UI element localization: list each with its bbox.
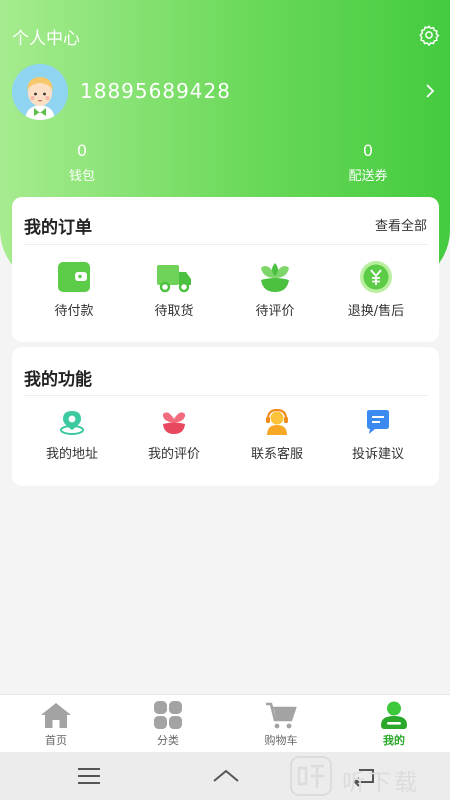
category-icon (154, 701, 182, 729)
order-item-label: 待付款 (54, 304, 94, 319)
bottom-tab-bar: 首页 分类 购物车 我的 (0, 694, 450, 752)
function-item-label: 投诉建议 (351, 447, 404, 462)
order-item-label: 退换/售后 (347, 304, 405, 319)
function-item-label: 联系客服 (250, 447, 303, 462)
order-pending-payment[interactable]: 待付款 (26, 260, 122, 319)
location-icon (60, 411, 84, 435)
tab-label: 首页 (45, 734, 67, 747)
orders-title: 我的订单 (24, 218, 92, 238)
phone-number[interactable]: 18895689428 (80, 79, 231, 103)
function-item-label: 我的评价 (147, 447, 200, 462)
tab-category[interactable]: 分类 (133, 701, 203, 748)
function-item-label: 我的地址 (45, 447, 98, 462)
message-icon (367, 410, 389, 434)
func-customer-service[interactable]: 联系客服 (229, 409, 325, 462)
watermark-text: 听下载 (342, 770, 420, 796)
divider (24, 244, 427, 245)
tab-label: 购物车 (264, 734, 298, 747)
tab-home[interactable]: 首页 (21, 701, 91, 748)
yen-icon (360, 261, 392, 293)
order-pending-review[interactable]: 待评价 (227, 260, 323, 319)
order-pending-pickup[interactable]: 待取货 (126, 260, 222, 319)
coupon-value: 0 (362, 141, 374, 160)
avatar-illustration (12, 64, 68, 120)
my-functions-card: 我的功能 我的地址 我的评价 联系客服 投诉建议 (12, 347, 439, 486)
customer-service-icon (266, 409, 288, 435)
divider (24, 395, 427, 396)
delivery-coupon-stat[interactable]: 0 配送券 (328, 141, 408, 184)
cart-icon (266, 702, 297, 729)
wallet-value: 0 (76, 141, 88, 160)
order-return-after-sales[interactable]: 退换/售后 (328, 260, 424, 319)
watermark-logo (290, 756, 332, 796)
avatar[interactable] (12, 64, 68, 120)
tab-cart[interactable]: 购物车 (246, 701, 316, 748)
func-my-address[interactable]: 我的地址 (24, 409, 120, 462)
chevron-right-icon[interactable] (424, 82, 436, 100)
tab-profile[interactable]: 我的 (359, 701, 429, 748)
order-item-label: 待评价 (255, 304, 295, 319)
menu-icon[interactable] (76, 764, 102, 788)
coupon-label: 配送券 (348, 169, 388, 184)
my-orders-card: 我的订单 查看全部 待付款 待取货 待评价 退换/售后 (12, 197, 439, 342)
settings-icon[interactable] (418, 24, 440, 46)
order-item-label: 待取货 (154, 304, 194, 319)
truck-icon (157, 265, 191, 293)
wallet-icon (58, 262, 90, 292)
tab-label: 分类 (157, 734, 179, 747)
tab-label: 我的 (383, 734, 405, 747)
flower-icon (261, 263, 289, 292)
functions-title: 我的功能 (24, 370, 92, 390)
home-nav-icon[interactable] (211, 764, 241, 788)
view-all-orders-link[interactable]: 查看全部 (375, 215, 427, 234)
profile-icon (381, 701, 407, 729)
home-icon (41, 703, 71, 728)
wallet-label: 钱包 (68, 169, 95, 184)
page-title: 个人中心 (12, 29, 80, 49)
heart-flower-icon (162, 412, 186, 434)
wallet-stat[interactable]: 0 钱包 (42, 141, 122, 184)
func-complaints-suggestions[interactable]: 投诉建议 (330, 409, 426, 462)
func-my-reviews[interactable]: 我的评价 (126, 409, 222, 462)
